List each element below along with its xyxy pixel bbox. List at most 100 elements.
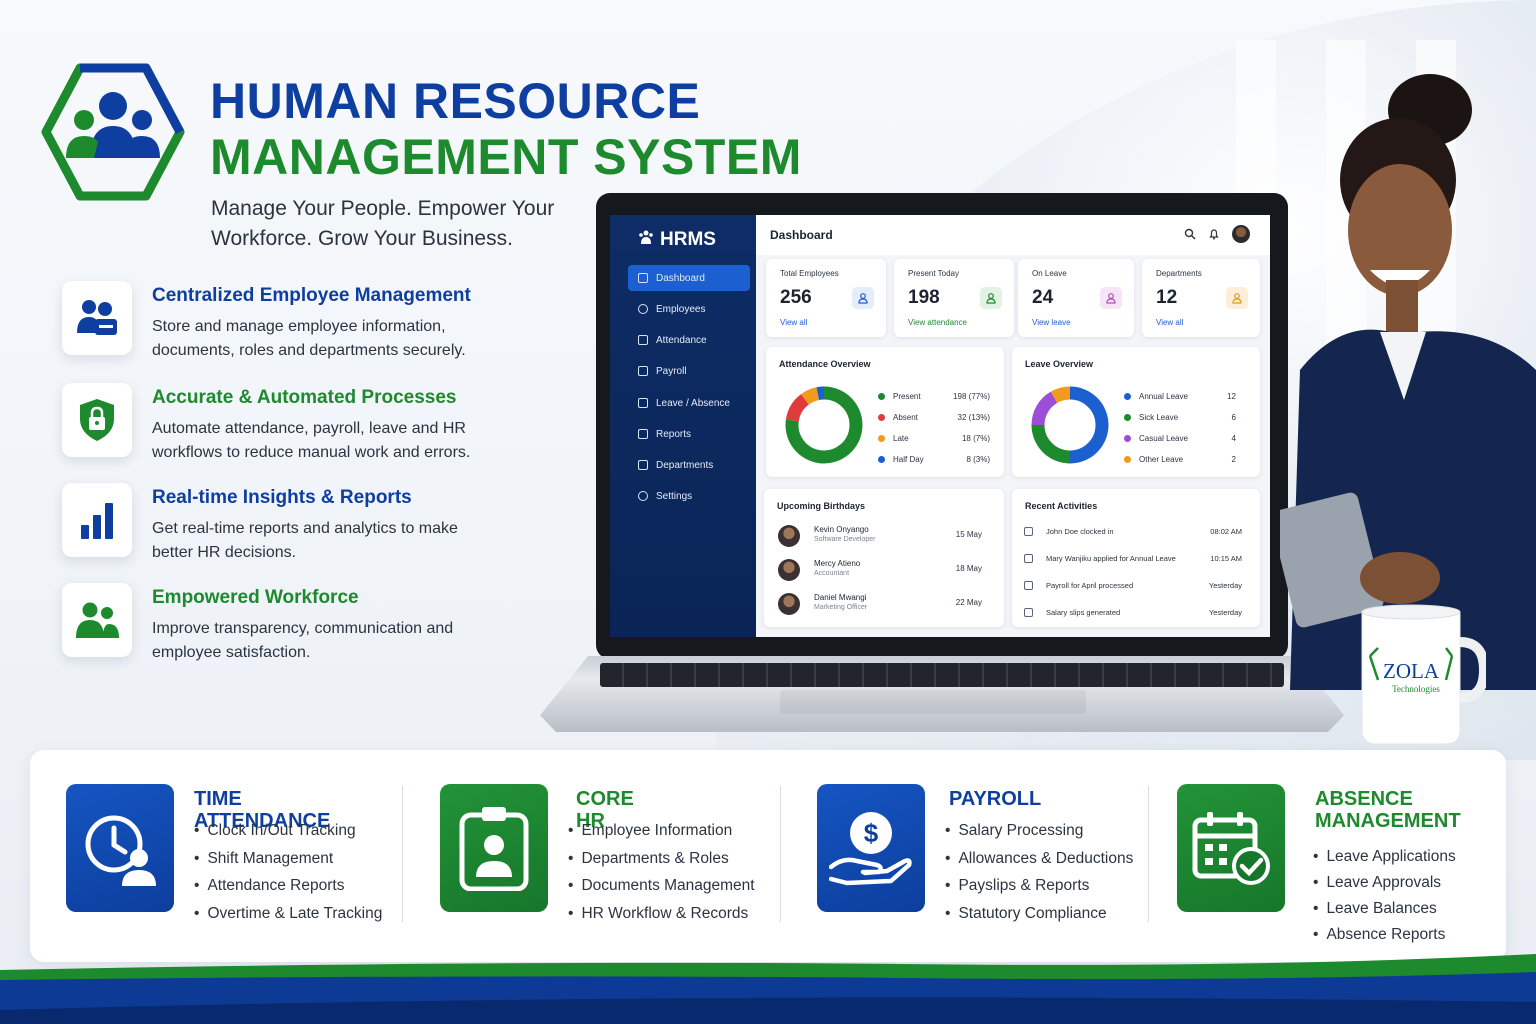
leave-donut-chart	[1031, 386, 1109, 464]
activity-time: 10:15 AM	[1210, 554, 1242, 563]
activity-time: Yesterday	[1208, 608, 1242, 617]
birthday-row[interactable]: Daniel Mwangi Marketing Officer 22 May	[778, 591, 982, 619]
legend-label: Annual Leave	[1139, 391, 1188, 401]
activity-row[interactable]: John Doe clocked in 08:02 AM	[1024, 525, 1242, 541]
legend-label: Present	[893, 391, 921, 401]
legend-value: 4	[1231, 433, 1236, 443]
activity-row[interactable]: Salary slips generated Yesterday	[1024, 606, 1242, 622]
stat-value: 24	[1032, 287, 1054, 308]
card-title: Upcoming Birthdays	[777, 501, 866, 511]
legend-swatch	[1124, 455, 1131, 463]
attendance-slice-absent[interactable]	[785, 394, 810, 422]
card-title: Attendance Overview	[779, 359, 871, 369]
team-icon	[62, 583, 132, 657]
feature-realtime-insights: Real-time Insights & Reports Get real-ti…	[62, 483, 522, 563]
stat-card-total-employees[interactable]: Total Employees 256 View all	[766, 259, 886, 337]
activity-time: 08:02 AM	[1210, 527, 1242, 536]
birthday-date: 22 May	[955, 598, 982, 607]
module-divider	[1148, 786, 1149, 922]
upcoming-birthdays-card: Upcoming Birthdays Kevin Onyango Softwar…	[764, 489, 1004, 627]
module-title-line: ABSENCE	[1315, 788, 1413, 810]
stat-card-departments[interactable]: Departments 12 View all	[1142, 259, 1260, 337]
attendance-slice-late[interactable]	[801, 387, 820, 405]
nav-label: Settings	[656, 490, 693, 502]
tagline: Manage Your People. Empower Your Workfor…	[211, 197, 555, 250]
recent-activities-card: Recent Activities John Doe clocked in 08…	[1012, 489, 1260, 627]
birthday-row[interactable]: Mercy Atieno Accountant 18 May	[778, 557, 982, 585]
legend-swatch	[878, 392, 885, 400]
building-icon	[638, 229, 654, 251]
stat-label: Total Employees	[780, 269, 839, 278]
zola-mug: ZOLA Technologies	[1361, 604, 1486, 745]
nav-reports[interactable]: Reports	[628, 421, 750, 447]
users-icon	[852, 287, 874, 309]
nav-employees[interactable]: Employees	[628, 296, 750, 322]
modules-panel: TIME ATTENDANCE Clock In/Out Tracking Sh…	[30, 750, 1506, 962]
stat-link[interactable]: View all	[780, 318, 807, 327]
activity-row[interactable]: Payroll for April processed Yesterday	[1024, 579, 1242, 595]
mug-sub: Technologies	[1392, 684, 1440, 694]
leave-slice-other-leave[interactable]	[1050, 386, 1071, 404]
stat-link[interactable]: View attendance	[908, 318, 967, 327]
activity-text: Payroll for April processed	[1046, 581, 1134, 590]
legend-value: 18 (7%)	[961, 433, 990, 443]
leave-slice-casual-leave[interactable]	[1031, 391, 1058, 426]
grid-icon	[638, 273, 648, 283]
stat-link[interactable]: View all	[1156, 318, 1183, 327]
birthday-role: Accountant	[814, 570, 850, 577]
bell-icon[interactable]	[1208, 228, 1220, 240]
users-id-icon	[62, 281, 132, 355]
nav-attendance[interactable]: Attendance	[628, 327, 750, 353]
sidebar: HRMS Dashboard Employees Attendance Payr…	[610, 215, 756, 637]
nav-label: Departments	[656, 459, 714, 471]
birthday-row[interactable]: Kevin Onyango Software Developer 15 May	[778, 523, 982, 551]
birthday-name: Mercy Atieno	[814, 559, 861, 568]
feature-automated-processes: Accurate & Automated Processes Automate …	[62, 383, 522, 463]
activity-row[interactable]: Mary Wanjiku applied for Annual Leave 10…	[1024, 552, 1242, 568]
nav-label: Dashboard	[656, 272, 705, 284]
module-features: Clock In/Out Tracking Shift Management A…	[194, 822, 382, 932]
module-feature-item: Salary Processing	[945, 822, 1133, 850]
stat-card-on-leave[interactable]: On Leave 24 View leave	[1018, 259, 1134, 337]
module-feature-item: Attendance Reports	[194, 877, 382, 905]
hrms-brand[interactable]: HRMS	[638, 229, 716, 251]
leave-legend-item: Sick Leave 6	[1124, 411, 1236, 423]
birthday-role: Software Developer	[814, 536, 876, 543]
module-features: Leave Applications Leave Approvals Leave…	[1313, 844, 1455, 948]
legend-value: 2	[1231, 454, 1236, 464]
calendar-check-icon	[1177, 784, 1285, 912]
document-icon	[1024, 581, 1033, 590]
legend-label: Half Day	[893, 454, 924, 464]
nav-label: Payroll	[656, 365, 687, 377]
user-avatar[interactable]	[1232, 225, 1250, 243]
leave-slice-annual-leave[interactable]	[1069, 386, 1109, 464]
feature-centralized-management: Centralized Employee Management Store an…	[62, 281, 522, 361]
nav-label: Reports	[656, 428, 692, 440]
clock-user-icon	[66, 784, 174, 912]
stat-value: 198	[908, 287, 940, 308]
module-feature-item: Documents Management	[568, 877, 754, 905]
module-feature-item: Leave Applications	[1313, 844, 1455, 870]
search-icon[interactable]	[1184, 228, 1196, 240]
birthday-date: 18 May	[955, 564, 982, 573]
feature-title: Accurate & Automated Processes	[152, 387, 457, 408]
leave-slice-sick-leave[interactable]	[1031, 424, 1071, 464]
legend-swatch	[878, 455, 885, 463]
legend-label: Casual Leave	[1139, 433, 1188, 443]
nav-settings[interactable]: Settings	[628, 483, 750, 509]
stat-link[interactable]: View leave	[1032, 318, 1071, 327]
hrms-dashboard-screen: HRMS Dashboard Employees Attendance Payr…	[610, 215, 1270, 637]
birthday-name: Daniel Mwangi	[814, 593, 867, 602]
calendar-icon	[638, 398, 648, 408]
user-icon	[638, 304, 648, 314]
nav-payroll[interactable]: Payroll	[628, 358, 750, 384]
stat-card-present-today[interactable]: Present Today 198 View attendance	[894, 259, 1014, 337]
activity-time: Yesterday	[1208, 581, 1242, 590]
nav-departments[interactable]: Departments	[628, 452, 750, 478]
mug-brand: ZOLA	[1383, 659, 1440, 683]
activity-text: John Doe clocked in	[1046, 527, 1114, 536]
nav-dashboard[interactable]: Dashboard	[628, 265, 750, 291]
attendance-slice-half-day[interactable]	[816, 386, 825, 401]
nav-leave[interactable]: Leave / Absence	[628, 390, 750, 416]
card-title: Recent Activities	[1025, 501, 1098, 511]
